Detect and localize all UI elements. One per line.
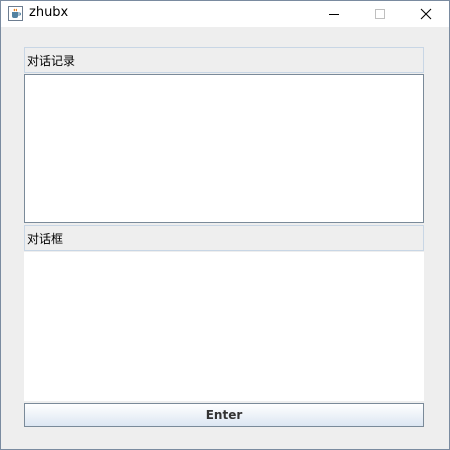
close-icon: [420, 8, 432, 20]
message-input[interactable]: [24, 252, 424, 401]
close-button[interactable]: [403, 1, 449, 27]
maximize-button[interactable]: [357, 1, 403, 27]
window-title: zhubx: [29, 5, 69, 20]
java-coffee-icon: [8, 6, 23, 21]
conversation-record-area[interactable]: [24, 74, 424, 223]
maximize-icon: [375, 9, 385, 19]
minimize-button[interactable]: [311, 1, 357, 27]
record-label-bar: 对话记录: [24, 47, 424, 73]
app-window: zhubx 对话记录 对话框 Enter: [0, 0, 450, 450]
input-label: 对话框: [27, 232, 64, 246]
minimize-icon: [329, 14, 339, 15]
record-label: 对话记录: [27, 54, 76, 68]
input-label-bar: 对话框: [24, 225, 424, 251]
title-bar[interactable]: zhubx: [1, 1, 449, 27]
enter-button[interactable]: Enter: [24, 403, 424, 427]
